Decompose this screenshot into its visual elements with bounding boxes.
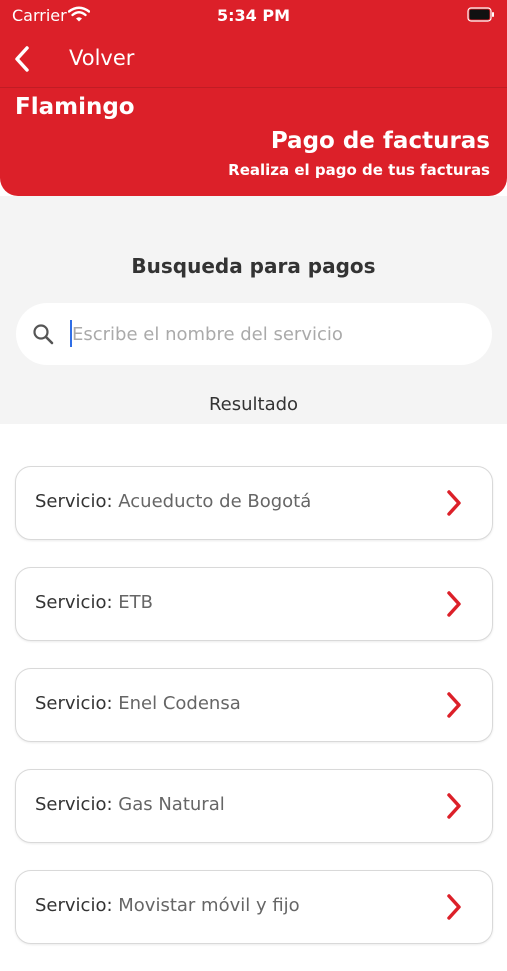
results-list: Servicio: Acueducto de Bogotá Servicio: E… <box>15 466 493 971</box>
service-prefix: Servicio: <box>35 895 113 916</box>
back-label: Volver <box>69 46 135 70</box>
service-label: Servicio: Enel Codensa <box>35 693 241 714</box>
service-name: Acueducto de Bogotá <box>118 491 312 512</box>
status-bar: Carrier 5:34 PM <box>0 0 507 30</box>
status-time: 5:34 PM <box>216 6 290 25</box>
chevron-right-icon <box>447 692 461 718</box>
chevron-right-icon <box>447 894 461 920</box>
back-chevron-icon <box>15 46 29 72</box>
service-card[interactable]: Servicio: Acueducto de Bogotá <box>15 466 493 540</box>
service-prefix: Servicio: <box>35 491 113 512</box>
service-card[interactable]: Servicio: Movistar móvil y fijo <box>15 870 493 944</box>
page-header: Flamingo Pago de facturas Realiza el pag… <box>0 88 507 196</box>
search-section: Busqueda para pagos Resultado <box>0 196 507 424</box>
chevron-right-icon <box>447 793 461 819</box>
service-card[interactable]: Servicio: Enel Codensa <box>15 668 493 742</box>
navigation-bar: Volver <box>0 30 507 88</box>
search-box[interactable] <box>16 303 492 365</box>
search-heading: Busqueda para pagos <box>131 254 376 278</box>
chevron-right-icon <box>447 591 461 617</box>
results-label: Resultado <box>208 394 299 415</box>
service-prefix: Servicio: <box>35 794 113 815</box>
search-input[interactable] <box>72 317 472 351</box>
service-name: Gas Natural <box>118 794 225 815</box>
service-prefix: Servicio: <box>35 592 113 613</box>
service-label: Servicio: ETB <box>35 592 153 613</box>
back-button[interactable]: Volver <box>10 40 170 78</box>
service-card[interactable]: Servicio: ETB <box>15 567 493 641</box>
service-name: Enel Codensa <box>118 693 241 714</box>
service-prefix: Servicio: <box>35 693 113 714</box>
service-label: Servicio: Gas Natural <box>35 794 225 815</box>
search-icon <box>33 324 54 345</box>
brand-name: Flamingo <box>15 94 135 120</box>
battery-icon <box>467 7 494 22</box>
page-subtitle: Realiza el pago de tus facturas <box>228 161 490 179</box>
service-label: Servicio: Movistar móvil y fijo <box>35 895 300 916</box>
service-label: Servicio: Acueducto de Bogotá <box>35 491 311 512</box>
chevron-right-icon <box>447 490 461 516</box>
service-name: ETB <box>118 592 153 613</box>
page-title: Pago de facturas <box>270 128 490 154</box>
service-name: Movistar móvil y fijo <box>118 895 300 916</box>
service-card[interactable]: Servicio: Gas Natural <box>15 769 493 843</box>
